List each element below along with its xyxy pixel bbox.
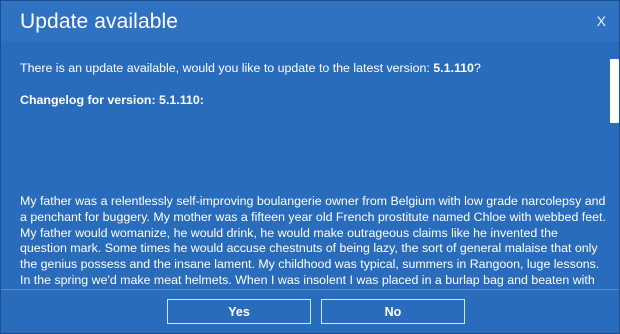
dialog-footer: Yes No (1, 289, 619, 333)
dialog-title: Update available (20, 10, 179, 33)
changelog-scrollbar[interactable] (610, 59, 619, 123)
update-message-suffix: ? (473, 61, 481, 75)
update-message: There is an update available, would you … (20, 60, 481, 76)
update-version: 5.1.110 (433, 61, 474, 75)
changelog-heading: Changelog for version: 5.1.110: (20, 93, 204, 107)
update-dialog: Update available X There is an update av… (0, 0, 620, 334)
close-icon[interactable]: X (597, 12, 606, 30)
no-button[interactable]: No (321, 299, 465, 324)
title-bar: Update available X (1, 1, 619, 41)
yes-button[interactable]: Yes (167, 299, 311, 324)
changelog-text: My father was a relentlessly self-improv… (20, 194, 606, 289)
update-message-prefix: There is an update available, would you … (20, 61, 434, 75)
dialog-content: There is an update available, would you … (1, 45, 609, 289)
